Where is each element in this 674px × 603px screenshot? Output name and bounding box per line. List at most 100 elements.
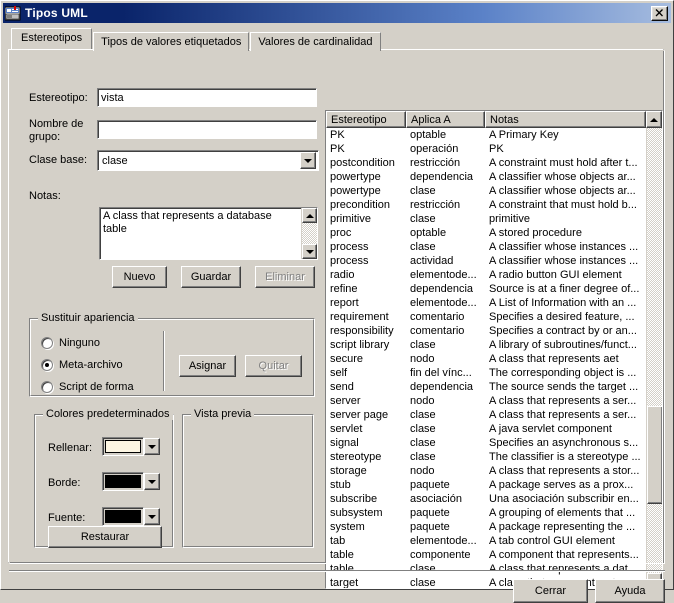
stereotype-input[interactable]: vista bbox=[97, 88, 317, 107]
list-scroll-track[interactable] bbox=[647, 128, 662, 573]
table-row[interactable]: secure nodo A class that represents aet bbox=[326, 352, 646, 366]
table-row[interactable]: postcondition restricción A constraint mus… bbox=[326, 156, 646, 170]
window-title: Tipos UML bbox=[25, 6, 88, 20]
column-header-aplica-a[interactable]: Aplica A bbox=[406, 111, 485, 128]
font-color-swatch bbox=[102, 507, 144, 526]
restore-button[interactable]: Restaurar bbox=[48, 526, 162, 548]
table-row[interactable]: report elementode... A List of Information… bbox=[326, 296, 646, 310]
list-scrollbar[interactable] bbox=[646, 128, 662, 588]
font-color-label: Fuente: bbox=[48, 512, 86, 524]
font-color-select[interactable] bbox=[102, 506, 164, 527]
table-cell: dependencia bbox=[410, 283, 474, 295]
table-cell: The corresponding object is ... bbox=[489, 367, 637, 379]
table-cell: nodo bbox=[410, 353, 435, 365]
table-row[interactable]: precondition restricción A constraint that… bbox=[326, 198, 646, 212]
preview-group-title: Vista previa bbox=[191, 408, 255, 420]
table-cell: clase bbox=[410, 423, 436, 435]
table-cell: PK bbox=[489, 143, 504, 155]
list-scroll-thumb[interactable] bbox=[647, 406, 662, 504]
scroll-down-arrow-icon[interactable] bbox=[302, 244, 317, 259]
save-button[interactable]: Guardar bbox=[181, 266, 241, 288]
chevron-down-icon[interactable] bbox=[144, 438, 160, 455]
table-row[interactable]: radio elementode... A radio button GUI ele… bbox=[326, 268, 646, 282]
table-row[interactable]: proc optable A stored procedure bbox=[326, 226, 646, 240]
table-cell: stub bbox=[330, 479, 351, 491]
table-row[interactable]: signal clase Specifies an asynchronous s..… bbox=[326, 436, 646, 450]
fill-color-select[interactable] bbox=[102, 436, 164, 457]
table-cell: clase bbox=[410, 563, 436, 575]
fill-color-label: Rellenar: bbox=[48, 442, 93, 454]
tab-tipos-de-valores-etiquetados[interactable]: Tipos de valores etiquetados bbox=[93, 32, 250, 51]
stereotype-list[interactable]: Estereotipo Aplica A Notas PK optable A Pr… bbox=[325, 110, 663, 589]
new-button[interactable]: Nuevo bbox=[112, 266, 167, 288]
table-row[interactable]: self fin del vínc... The corresponding obj… bbox=[326, 366, 646, 380]
table-row[interactable]: subsystem paquete A grouping of elements t… bbox=[326, 506, 646, 520]
table-row[interactable]: table componente A component that represen… bbox=[326, 548, 646, 562]
table-row[interactable]: responsibility comentario Specifies a cont… bbox=[326, 324, 646, 338]
title-bar[interactable]: Tipos UML bbox=[3, 3, 671, 23]
table-row[interactable]: storage nodo A class that represents a sto… bbox=[326, 464, 646, 478]
group-name-input[interactable] bbox=[97, 120, 317, 139]
notes-scrollbar[interactable] bbox=[301, 208, 317, 259]
radio-label: Ninguno bbox=[59, 337, 100, 349]
table-cell: Source is at a finer degree of... bbox=[489, 283, 640, 295]
table-row[interactable]: powertype dependencia A classifier whose o… bbox=[326, 170, 646, 184]
table-row[interactable]: refine dependencia Source is at a finer de… bbox=[326, 282, 646, 296]
table-row[interactable]: requirement comentario Specifies a desired… bbox=[326, 310, 646, 324]
list-rows[interactable]: PK optable A Primary Key PK operación PK postc… bbox=[326, 128, 646, 588]
table-row[interactable]: servlet clase A java servlet component bbox=[326, 422, 646, 436]
notes-scroll-track[interactable] bbox=[302, 223, 317, 244]
table-cell: stereotype bbox=[330, 451, 382, 463]
table-row[interactable]: PK optable A Primary Key bbox=[326, 128, 646, 142]
table-row[interactable]: server nodo A class that represents a ser.… bbox=[326, 394, 646, 408]
new-button-label: Nuevo bbox=[123, 271, 156, 283]
radio-script-de-forma[interactable]: Script de forma bbox=[41, 381, 134, 393]
table-row[interactable]: stub paquete A package serves as a prox... bbox=[326, 478, 646, 492]
assign-button[interactable]: Asignar bbox=[179, 355, 236, 377]
tab-valores-de-cardinalidad[interactable]: Valores de cardinalidad bbox=[250, 32, 381, 51]
chevron-down-icon[interactable] bbox=[300, 152, 316, 169]
close-icon[interactable] bbox=[651, 5, 668, 21]
table-cell: servlet bbox=[330, 423, 363, 435]
table-cell: elementode... bbox=[410, 535, 477, 547]
notes-textarea[interactable]: A class that represents a database table bbox=[99, 207, 318, 260]
table-row[interactable]: send dependencia The source sends the targ… bbox=[326, 380, 646, 394]
table-row[interactable]: server page clase A class that represents … bbox=[326, 408, 646, 422]
scroll-up-arrow-icon[interactable] bbox=[646, 111, 662, 128]
table-row[interactable]: process clase A classifier whose instances… bbox=[326, 240, 646, 254]
table-row[interactable]: table clase A class that represents a dat.… bbox=[326, 562, 646, 576]
table-row[interactable]: stereotype clase The classifier is a stere… bbox=[326, 450, 646, 464]
table-row[interactable]: process actividad A classifier whose insta… bbox=[326, 254, 646, 268]
tab-estereotipos[interactable]: Estereotipos bbox=[11, 28, 93, 49]
table-cell: Una asociación subscribir en... bbox=[489, 493, 639, 505]
table-row[interactable]: script library clase A library of subrouti… bbox=[326, 338, 646, 352]
radio-ninguno[interactable]: Ninguno bbox=[41, 337, 100, 349]
chevron-down-icon[interactable] bbox=[144, 508, 160, 525]
help-button[interactable]: Ayuda bbox=[595, 579, 665, 603]
table-cell: A grouping of elements that ... bbox=[489, 507, 636, 519]
table-cell: A constraint that must hold b... bbox=[489, 199, 637, 211]
table-cell: clase bbox=[410, 451, 436, 463]
table-cell: A java servlet component bbox=[489, 423, 612, 435]
border-color-select[interactable] bbox=[102, 471, 164, 492]
column-header-notas[interactable]: Notas bbox=[485, 111, 646, 128]
table-cell: paquete bbox=[410, 479, 450, 491]
base-class-select[interactable]: clase bbox=[97, 150, 319, 171]
delete-button-label: Eliminar bbox=[265, 271, 305, 283]
close-button[interactable]: Cerrar bbox=[513, 579, 588, 603]
table-row[interactable]: powertype clase A classifier whose objects… bbox=[326, 184, 646, 198]
radio-meta-archivo[interactable]: Meta-archivo bbox=[41, 359, 123, 371]
table-row[interactable]: subscribe asociación Una asociación subscr… bbox=[326, 492, 646, 506]
table-cell: target bbox=[330, 577, 359, 588]
chevron-down-icon[interactable] bbox=[144, 473, 160, 490]
table-cell: Specifies a desired feature, ... bbox=[489, 311, 635, 323]
dialog-client: Estereotipos Tipos de valores etiquetado… bbox=[3, 24, 671, 603]
table-row[interactable]: PK operación PK bbox=[326, 142, 646, 156]
table-cell: Specifies a contract by or an... bbox=[489, 325, 637, 337]
column-header-estereotipo[interactable]: Estereotipo bbox=[326, 111, 406, 128]
table-row[interactable]: primitive clase primitive bbox=[326, 212, 646, 226]
scroll-up-arrow-icon[interactable] bbox=[302, 208, 317, 223]
table-row[interactable]: tab elementode... A tab control GUI elemen… bbox=[326, 534, 646, 548]
table-cell: A class that represents a stor... bbox=[489, 465, 640, 477]
table-row[interactable]: system paquete A package representing the … bbox=[326, 520, 646, 534]
